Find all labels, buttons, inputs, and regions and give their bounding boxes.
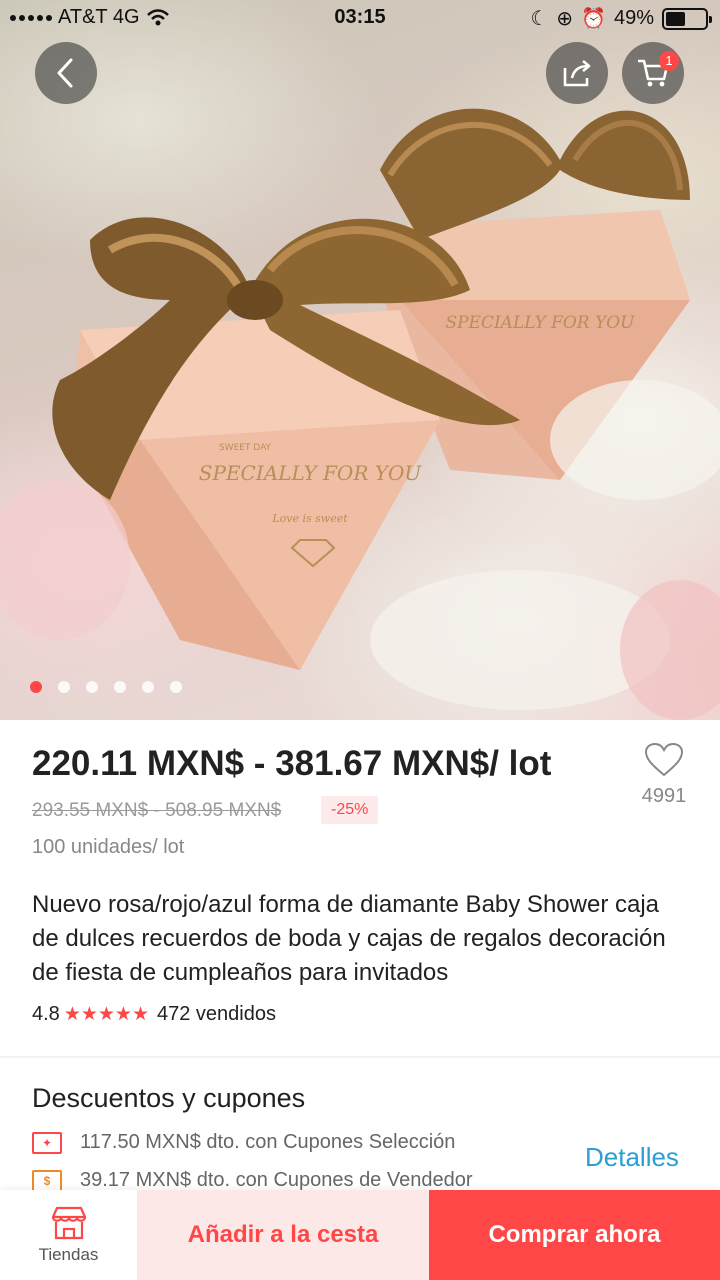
moon-icon: ☾ xyxy=(530,8,549,30)
share-button[interactable] xyxy=(546,42,608,104)
svg-text:SWEET DAY: SWEET DAY xyxy=(219,443,272,453)
product-photo: SPECIALLY FOR YOU SWEET DAY SPECIALLY FO… xyxy=(0,108,720,720)
battery-icon xyxy=(662,7,712,30)
svg-text:SPECIALLY FOR YOU: SPECIALLY FOR YOU xyxy=(199,461,423,485)
coupons-heading: Descuentos y cupones xyxy=(32,1083,306,1113)
section-divider xyxy=(0,1056,720,1058)
alarm-icon: ⏰ xyxy=(581,8,606,30)
stores-tab[interactable]: Tiendas xyxy=(0,1190,137,1280)
product-title: Nuevo rosa/rojo/azul forma de diamante B… xyxy=(32,891,666,986)
seller-coupon-icon: $ xyxy=(32,1169,62,1192)
carousel-dot[interactable] xyxy=(170,681,182,693)
discount-badge: -25% xyxy=(321,796,379,824)
svg-text:SPECIALLY FOR YOU: SPECIALLY FOR YOU xyxy=(445,313,635,333)
status-right: ☾ ⊕ ⏰ 49% xyxy=(530,6,712,31)
original-price: 293.55 MXN$ - 508.95 MXN$ xyxy=(32,800,282,821)
bottom-action-bar: Tiendas Añadir a la cesta Comprar ahora xyxy=(0,1190,720,1280)
stores-tab-label: Tiendas xyxy=(38,1245,99,1264)
store-icon xyxy=(51,1206,86,1240)
battery-percent: 49% xyxy=(613,7,654,29)
wishlist-button[interactable]: 4991 xyxy=(630,742,698,808)
coupon-ticket-icon: ✦ xyxy=(32,1131,62,1154)
orientation-lock-icon: ⊕ xyxy=(556,8,574,30)
buy-now-button[interactable]: Comprar ahora xyxy=(429,1190,720,1280)
carousel-dot[interactable] xyxy=(142,681,154,693)
wishlist-count: 4991 xyxy=(641,785,687,807)
status-bar: AT&T 4G 03:15 ☾ ⊕ ⏰ 49% xyxy=(0,0,720,36)
carousel-dot[interactable] xyxy=(114,681,126,693)
details-link[interactable]: Detalles xyxy=(585,1142,679,1173)
carousel-dot[interactable] xyxy=(86,681,98,693)
heart-icon xyxy=(644,742,684,777)
carousel-dot[interactable] xyxy=(30,681,42,693)
back-button[interactable] xyxy=(35,42,97,104)
cart-badge: 1 xyxy=(659,51,679,71)
sold-count: 472 vendidos xyxy=(156,1003,276,1025)
rating-stars-icon: ★★★★★ xyxy=(63,1004,149,1025)
price-range: 220.11 MXN$ - 381.67 MXN$/ lot xyxy=(32,744,552,783)
svg-text:Love is sweet: Love is sweet xyxy=(271,512,348,525)
coupon-text: 117.50 MXN$ dto. con Cupones Selección xyxy=(80,1131,456,1153)
share-icon xyxy=(563,60,591,87)
rating-row[interactable]: 4.8 ★★★★★ 472 vendidos xyxy=(32,1003,276,1026)
rating-value: 4.8 xyxy=(32,1003,60,1025)
chevron-left-icon xyxy=(57,58,73,88)
unit-label: 100 unidades/ lot xyxy=(32,836,185,858)
add-to-cart-button[interactable]: Añadir a la cesta xyxy=(137,1190,429,1280)
cart-button[interactable]: 1 xyxy=(622,42,684,104)
coupon-text: 39.17 MXN$ dto. con Cupones de Vendedor xyxy=(80,1169,473,1191)
carousel-dots xyxy=(30,681,182,693)
coupon-row[interactable]: $ 39.17 MXN$ dto. con Cupones de Vendedo… xyxy=(32,1169,473,1192)
carousel-dot[interactable] xyxy=(58,681,70,693)
coupon-row[interactable]: ✦ 117.50 MXN$ dto. con Cupones Selección xyxy=(32,1131,455,1154)
product-image-carousel[interactable]: SPECIALLY FOR YOU SWEET DAY SPECIALLY FO… xyxy=(0,0,720,720)
